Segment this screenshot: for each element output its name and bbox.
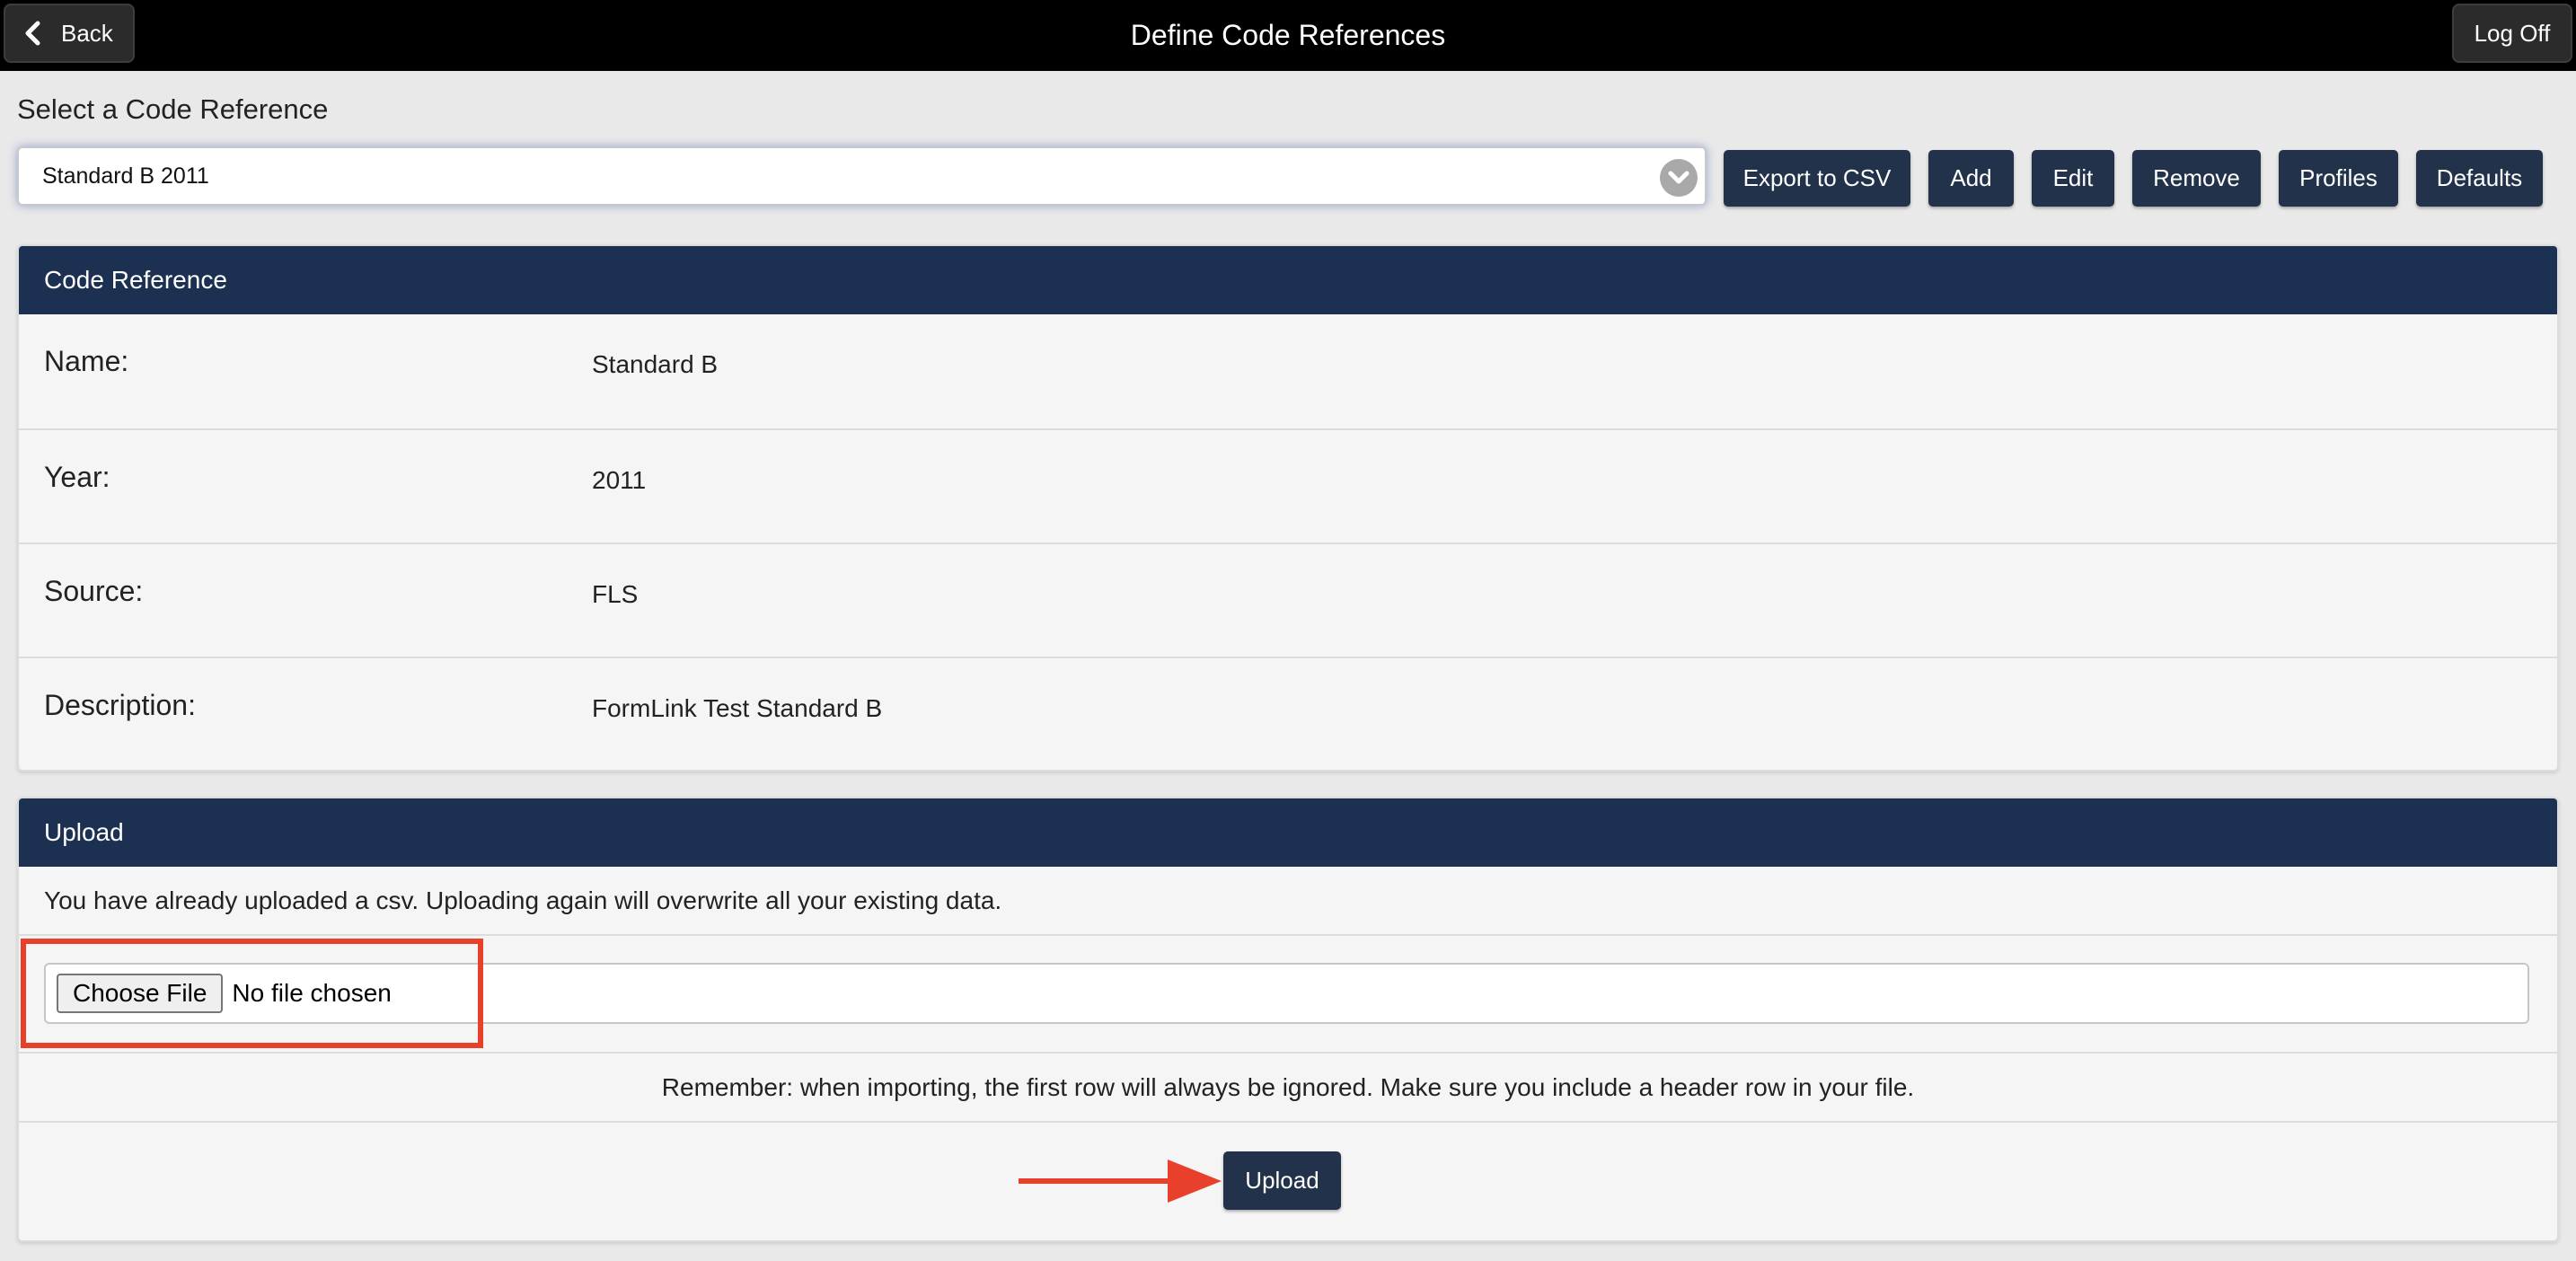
- file-input[interactable]: Choose File No file chosen: [44, 963, 2529, 1024]
- selected-value: Standard B 2011: [42, 163, 209, 189]
- choose-file-button[interactable]: Choose File: [57, 974, 224, 1013]
- chevron-down-icon: [1660, 159, 1698, 197]
- upload-warning-note: You have already uploaded a csv. Uploadi…: [19, 867, 2557, 936]
- file-row: Choose File No file chosen: [19, 936, 2557, 1054]
- field-value: FLS: [592, 580, 639, 608]
- field-row-year: Year: 2011: [19, 428, 2557, 542]
- code-reference-heading: Code Reference: [19, 246, 2557, 314]
- field-label: Source:: [44, 575, 144, 607]
- log-off-button[interactable]: Log Off: [2452, 4, 2572, 63]
- code-reference-panel: Code Reference Name: Standard B Year: 20…: [17, 244, 2559, 772]
- defaults-button[interactable]: Defaults: [2416, 150, 2543, 207]
- import-reminder: Remember: when importing, the first row …: [19, 1054, 2557, 1123]
- top-bar: Back Define Code References Log Off: [0, 0, 2576, 71]
- field-row-name: Name: Standard B: [19, 314, 2557, 428]
- upload-row: Upload: [19, 1123, 2557, 1239]
- select-label: Select a Code Reference: [17, 93, 329, 125]
- edit-button[interactable]: Edit: [2032, 150, 2114, 207]
- file-status: No file chosen: [232, 979, 392, 1007]
- upload-button[interactable]: Upload: [1223, 1151, 1341, 1210]
- field-row-description: Description: FormLink Test Standard B: [19, 657, 2557, 770]
- field-list: Name: Standard B Year: 2011 Source: FLS …: [19, 314, 2557, 770]
- export-csv-button[interactable]: Export to CSV: [1724, 150, 1910, 207]
- add-button[interactable]: Add: [1928, 150, 2014, 207]
- annotation-arrow-icon: [1019, 1160, 1222, 1203]
- upload-panel: Upload You have already uploaded a csv. …: [17, 797, 2559, 1242]
- code-reference-select[interactable]: Standard B 2011: [17, 146, 1707, 206]
- field-label: Year:: [44, 461, 110, 493]
- page-title: Define Code References: [1130, 19, 1446, 51]
- field-value: Standard B: [592, 350, 719, 378]
- field-value: FormLink Test Standard B: [592, 694, 883, 722]
- field-value: 2011: [592, 466, 647, 494]
- profiles-button[interactable]: Profiles: [2279, 150, 2398, 207]
- upload-heading: Upload: [19, 798, 2557, 867]
- field-row-source: Source: FLS: [19, 542, 2557, 657]
- remove-button[interactable]: Remove: [2132, 150, 2261, 207]
- field-label: Name:: [44, 345, 129, 377]
- field-label: Description:: [44, 689, 196, 721]
